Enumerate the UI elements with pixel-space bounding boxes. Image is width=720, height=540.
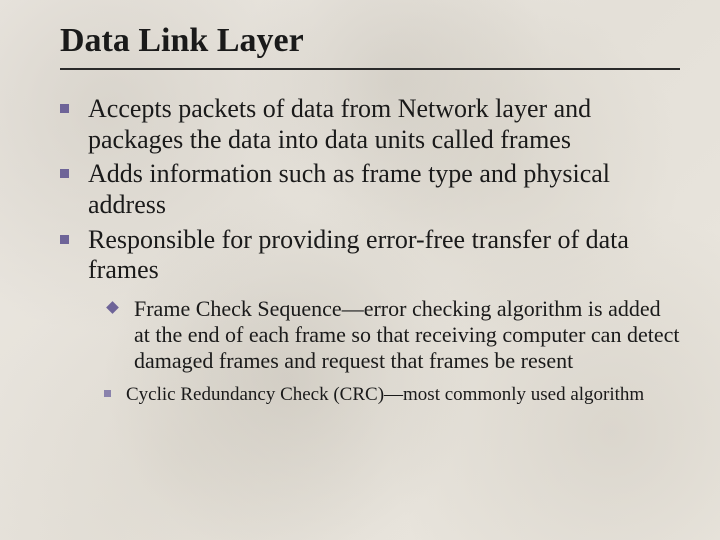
square-bullet-icon	[60, 225, 88, 244]
diamond-bullet-icon	[108, 296, 134, 312]
bullet-list-level-1: Accepts packets of data from Network lay…	[60, 94, 680, 286]
bullet-list-level-3: Cyclic Redundancy Check (CRC)—most commo…	[104, 384, 680, 407]
list-item: Cyclic Redundancy Check (CRC)—most commo…	[104, 384, 680, 407]
list-item: Responsible for providing error-free tra…	[60, 225, 680, 286]
list-item: Frame Check Sequence—error checking algo…	[108, 296, 680, 374]
list-item: Adds information such as frame type and …	[60, 159, 680, 220]
bullet-text: Adds information such as frame type and …	[88, 159, 680, 220]
slide: Data Link Layer Accepts packets of data …	[0, 0, 720, 427]
bullet-text: Accepts packets of data from Network lay…	[88, 94, 680, 155]
square-bullet-icon	[104, 384, 126, 397]
bullet-list-level-2: Frame Check Sequence—error checking algo…	[108, 296, 680, 374]
square-bullet-icon	[60, 94, 88, 113]
bullet-text: Frame Check Sequence—error checking algo…	[134, 296, 680, 374]
bullet-text: Cyclic Redundancy Check (CRC)—most commo…	[126, 384, 680, 407]
title-underline	[60, 68, 680, 70]
list-item: Accepts packets of data from Network lay…	[60, 94, 680, 155]
bullet-text: Responsible for providing error-free tra…	[88, 225, 680, 286]
slide-body: Accepts packets of data from Network lay…	[60, 94, 680, 407]
square-bullet-icon	[60, 159, 88, 178]
slide-title: Data Link Layer	[60, 22, 680, 60]
